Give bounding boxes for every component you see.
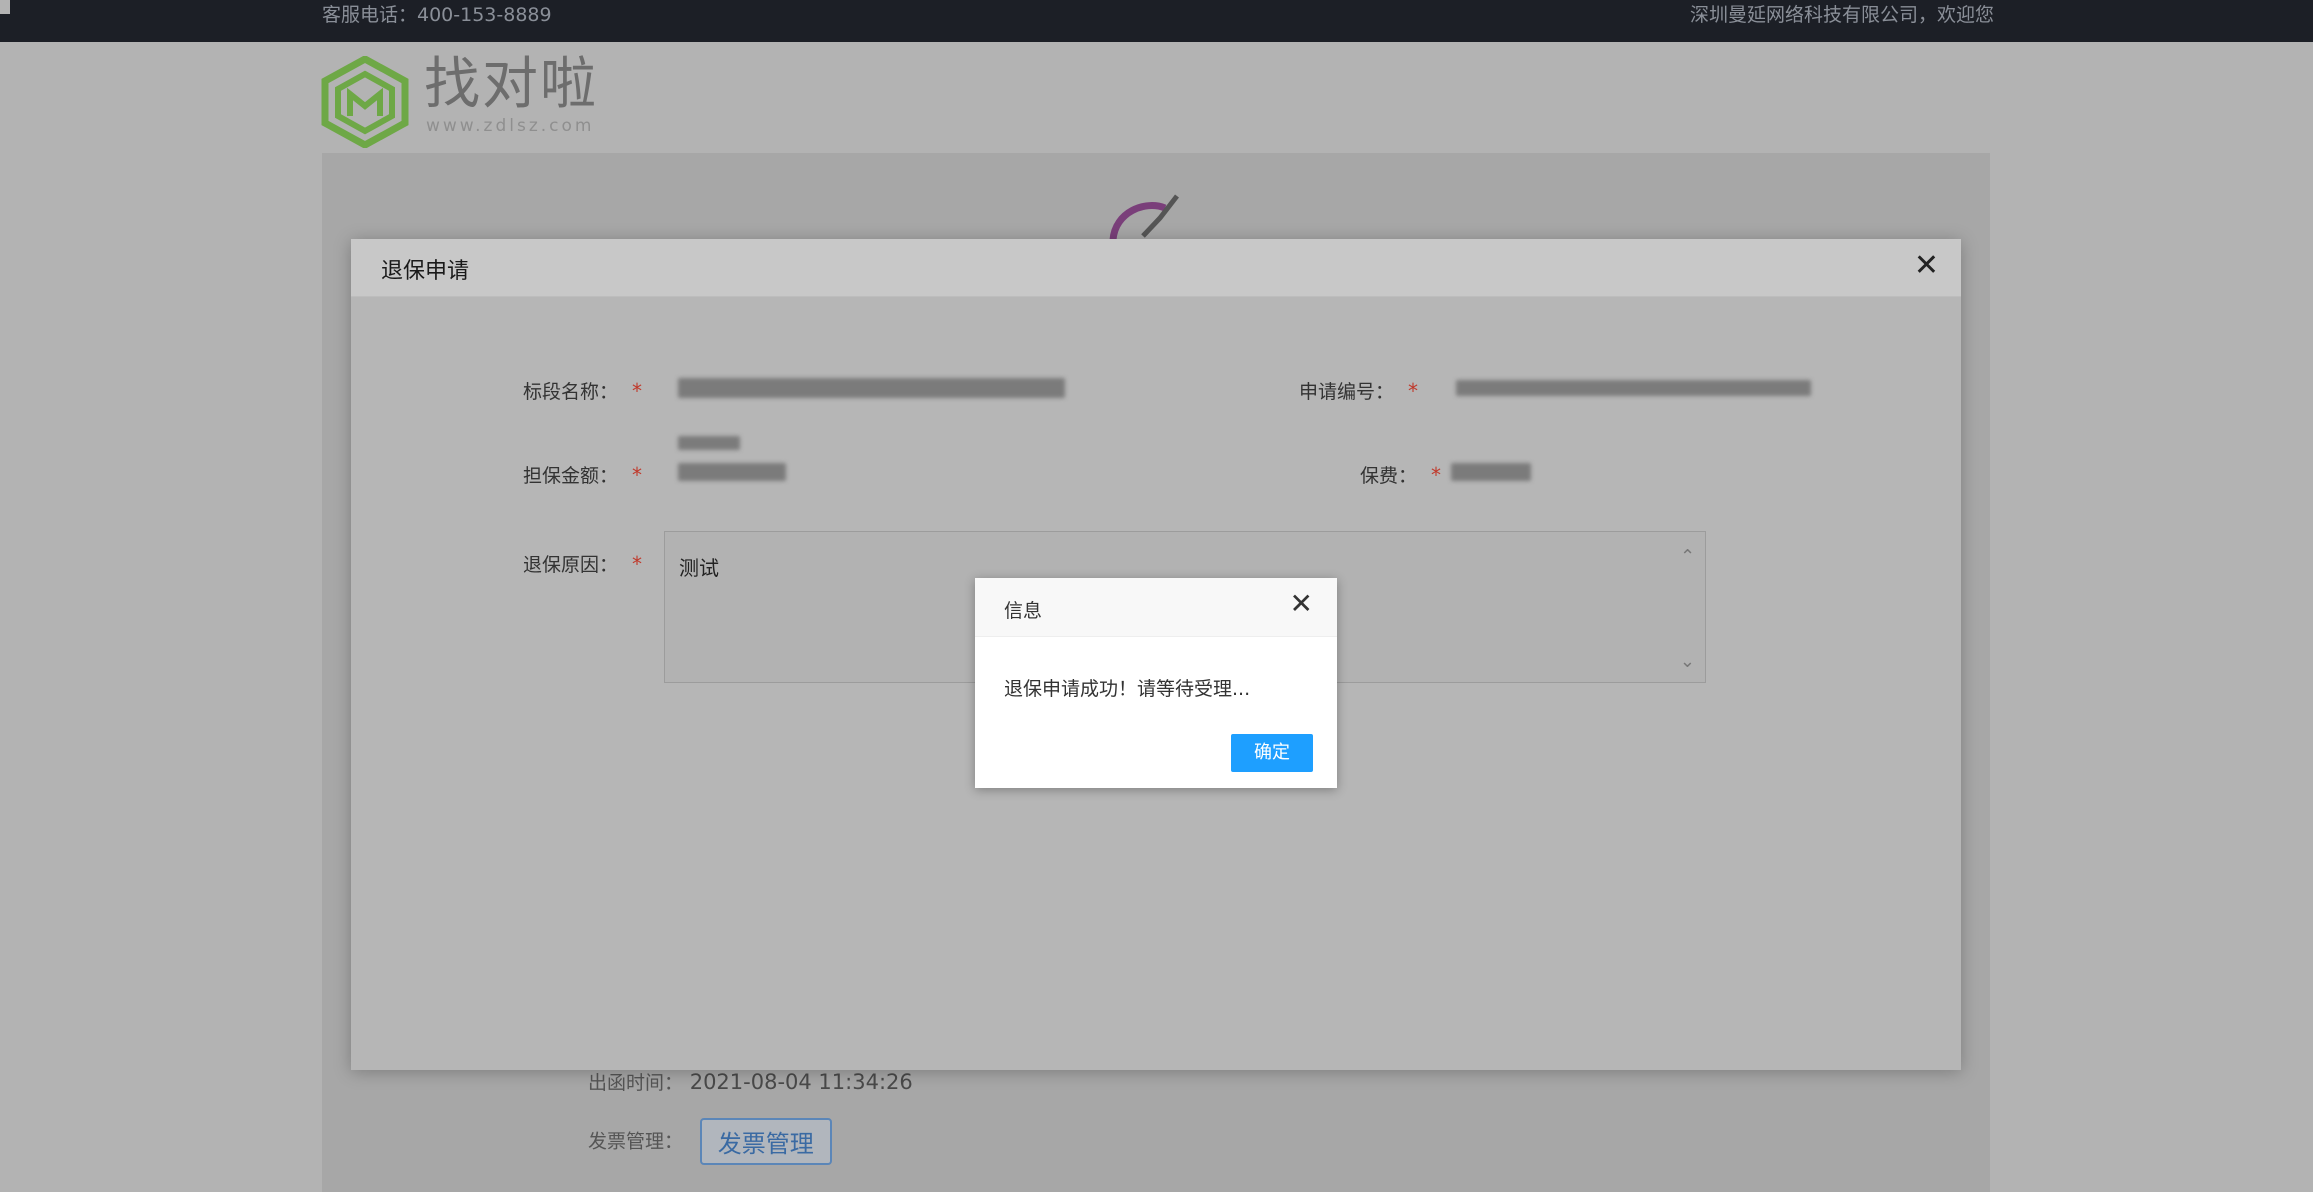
required-mark: * <box>1431 463 1442 487</box>
section-name-label: 标段名称： <box>523 381 619 403</box>
invoice-management-button[interactable]: 发票管理 <box>699 1118 832 1165</box>
dialog-title: 信息 <box>1004 600 1043 622</box>
reason-label-row: 退保原因： * <box>523 550 642 577</box>
close-icon[interactable]: ✕ <box>1914 251 1939 281</box>
site-logo[interactable]: 找对啦 www.zdlsz.com <box>320 52 620 148</box>
close-icon[interactable]: ✕ <box>1290 590 1313 618</box>
scroll-down-icon[interactable]: ⌄ <box>1680 651 1695 672</box>
application-no-label: 申请编号： <box>1299 381 1395 403</box>
guarantee-amount-label-row: 担保金额： * <box>523 461 642 488</box>
brand-swoosh-icon <box>1109 194 1179 241</box>
scroll-up-icon[interactable]: ⌄ <box>1680 544 1695 565</box>
application-no-label-row: 申请编号： * <box>1299 377 1418 404</box>
guarantee-amount-label: 担保金额： <box>523 465 619 487</box>
fee-label: 保费： <box>1360 465 1418 487</box>
modal-header: 退保申请 ✕ <box>351 239 1961 297</box>
reason-label: 退保原因： <box>523 554 619 576</box>
application-no-value-redacted <box>1456 380 1811 396</box>
hotline-text: 客服电话：400-153-8889 <box>322 4 552 26</box>
required-mark: * <box>1408 379 1419 403</box>
info-dialog: 信息 ✕ 退保申请成功！请等待受理... 确定 <box>975 578 1337 788</box>
modal-title: 退保申请 <box>381 259 470 284</box>
guarantee-amount-value-redacted <box>678 463 786 481</box>
logo-hexagon-icon <box>321 56 409 148</box>
required-mark: * <box>632 552 643 576</box>
amount-unit-redacted <box>678 436 740 450</box>
required-mark: * <box>632 379 643 403</box>
issue-time: 出函时间： 2021-08-04 11:34:26 <box>588 1068 913 1095</box>
fee-value-redacted <box>1451 463 1531 481</box>
dialog-header: 信息 ✕ <box>975 578 1337 637</box>
welcome-text: 深圳曼延网络科技有限公司，欢迎您 <box>1690 4 1995 26</box>
logo-wordmark: 找对啦 <box>424 52 598 117</box>
section-name-value-redacted <box>678 378 1065 398</box>
invoice-label: 发票管理： <box>588 1130 684 1153</box>
confirm-button[interactable]: 确定 <box>1231 734 1313 772</box>
logo-url: www.zdlsz.com <box>426 116 595 136</box>
dialog-message: 退保申请成功！请等待受理... <box>1004 678 1251 700</box>
refund-reason-value: 测试 <box>679 556 719 580</box>
top-bar: 客服电话：400-153-8889 深圳曼延网络科技有限公司，欢迎您 <box>0 0 2313 42</box>
required-mark: * <box>632 463 643 487</box>
section-name-label-row: 标段名称： * <box>523 377 642 404</box>
issue-time-label: 出函时间： <box>588 1072 684 1094</box>
fee-label-row: 保费： * <box>1360 461 1441 488</box>
issue-time-value: 2021-08-04 11:34:26 <box>689 1070 913 1094</box>
invoice-management: 发票管理： 发票管理 <box>588 1118 832 1165</box>
corner-notch <box>0 0 10 14</box>
